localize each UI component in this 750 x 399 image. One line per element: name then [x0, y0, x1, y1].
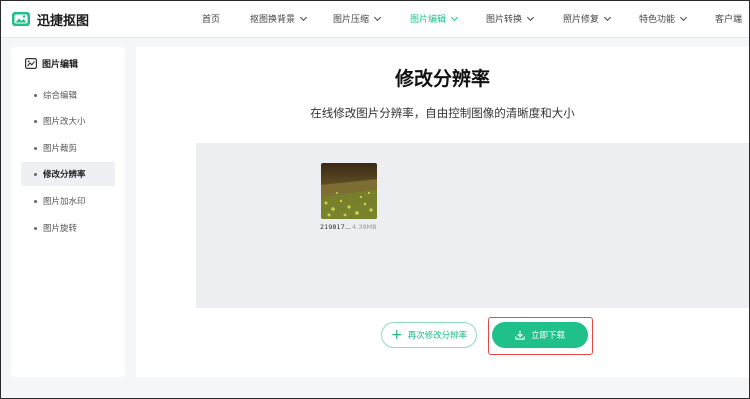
sidebar-item-label: 图片裁剪: [43, 144, 78, 154]
sidebar-item-label: 图片改大小: [43, 117, 86, 127]
nav-home-label: 首页: [202, 15, 221, 25]
page-subtitle: 在线修改图片分辨率，自由控制图像的清晰度和大小: [310, 106, 575, 120]
app-window: 迅捷抠图 首页 抠图换背景 图片压缩 图片编辑 图片转换 照片修复 特色功能 客…: [0, 0, 750, 399]
chevron-down-icon: [450, 13, 459, 22]
bullet-dot: [34, 93, 37, 97]
nav-special-features-label: 特色功能: [639, 15, 676, 25]
bullet-dot: [34, 199, 37, 203]
nav-home[interactable]: 首页: [202, 12, 220, 25]
chevron-down-icon: [373, 13, 382, 22]
sidebar-item-label: 综合编辑: [43, 91, 78, 101]
top-navigation-bar: 迅捷抠图 首页 抠图换背景 图片压缩 图片编辑 图片转换 照片修复 特色功能 客…: [1, 1, 749, 38]
nav-image-edit-label: 图片编辑: [410, 15, 447, 25]
sidebar-item-rotate-image[interactable]: 图片旋转: [21, 216, 115, 240]
sidebar-item-change-resolution[interactable]: 修改分辨率: [21, 162, 115, 186]
nav-image-compress-label: 图片压缩: [333, 15, 370, 25]
modify-again-label: 再次修改分辨率: [407, 331, 468, 341]
nav-photo-repair-label: 照片修复: [563, 15, 600, 25]
sidebar: 图片编辑 综合编辑 图片改大小 图片裁剪 修改分辨率 图片加水印 图片旋转: [11, 47, 125, 377]
chevron-down-icon: [603, 13, 612, 22]
chevron-down-icon: [679, 13, 688, 22]
file-name: 219817...: [320, 223, 352, 231]
sidebar-title: 图片编辑: [25, 57, 78, 70]
nav-image-convert-label: 图片转换: [486, 15, 523, 25]
chevron-down-icon: [299, 13, 308, 22]
modify-again-button[interactable]: + 再次修改分辨率: [381, 322, 477, 348]
thumbnail-image: [321, 163, 377, 219]
sidebar-item-label: 图片加水印: [43, 197, 86, 207]
nav-image-convert[interactable]: 图片转换: [486, 12, 535, 25]
nav-photo-repair[interactable]: 照片修复: [563, 12, 612, 25]
nav-image-edit[interactable]: 图片编辑: [410, 12, 459, 25]
brand-logo[interactable]: 迅捷抠图: [11, 9, 89, 29]
sidebar-item-resize-image[interactable]: 图片改大小: [21, 109, 115, 133]
image-workspace: 219817... 4.39MB: [196, 143, 749, 308]
bullet-dot: [34, 146, 37, 150]
nav-cutout-background[interactable]: 抠图换背景: [250, 12, 308, 25]
page-title: 修改分辨率: [394, 68, 490, 90]
nav-special-features[interactable]: 特色功能: [639, 12, 688, 25]
bullet-dot: [34, 119, 37, 123]
main-panel: 修改分辨率 在线修改图片分辨率，自由控制图像的清晰度和大小 219817... …: [136, 47, 749, 377]
bullet-dot: [34, 226, 37, 230]
sidebar-title-label: 图片编辑: [42, 60, 79, 70]
nav-client[interactable]: 客户端: [715, 12, 742, 25]
chevron-down-icon: [526, 13, 535, 22]
sidebar-item-label: 修改分辨率: [43, 170, 86, 180]
bullet-dot: [34, 172, 37, 176]
sidebar-item-label: 图片旋转: [43, 224, 78, 234]
nav-client-label: 客户端: [715, 15, 743, 25]
sidebar-item-crop-image[interactable]: 图片裁剪: [21, 136, 115, 160]
file-size: 4.39MB: [352, 223, 377, 231]
image-thumbnail[interactable]: [321, 163, 377, 219]
image-edit-icon: [25, 58, 37, 69]
brand-name: 迅捷抠图: [37, 13, 90, 29]
download-label: 立即下载: [530, 331, 565, 341]
download-button[interactable]: 立即下载: [492, 322, 588, 348]
sidebar-item-comprehensive-edit[interactable]: 综合编辑: [21, 83, 115, 107]
download-icon: [515, 330, 525, 340]
logo-icon: [12, 12, 30, 26]
nav-cutout-background-label: 抠图换背景: [250, 15, 296, 25]
plus-icon: +: [390, 327, 403, 343]
sidebar-item-add-watermark[interactable]: 图片加水印: [21, 189, 115, 213]
nav-image-compress[interactable]: 图片压缩: [333, 12, 382, 25]
